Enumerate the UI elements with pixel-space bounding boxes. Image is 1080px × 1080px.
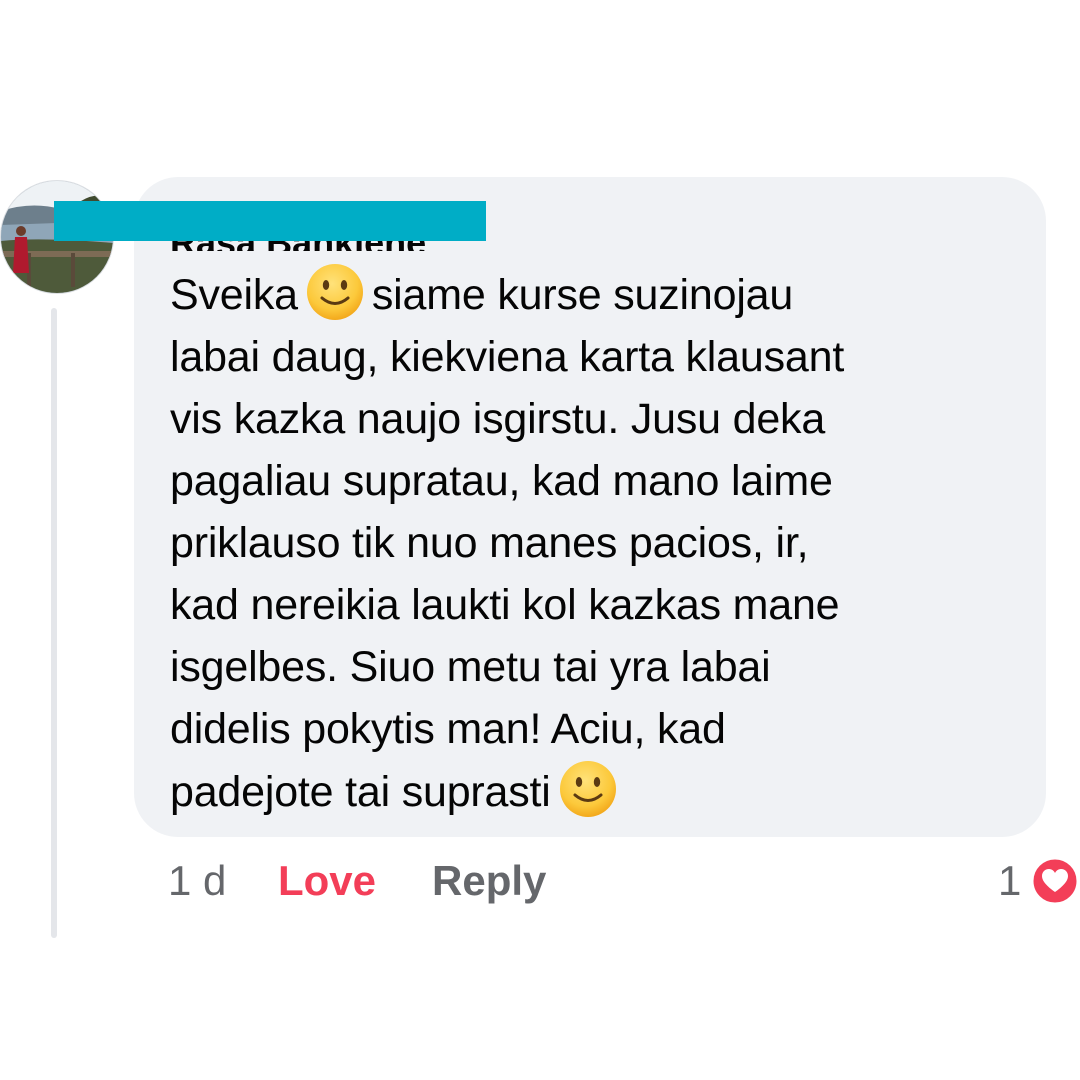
comment-line-9: padejote tai suprasti: [170, 760, 1030, 823]
thread-line: [51, 308, 57, 938]
comment-line-8: didelis pokytis man! Aciu, kad: [170, 705, 726, 753]
comment-text-segment: Sveika: [170, 271, 298, 319]
comment-line-7: isgelbes. Siuo metu tai yra labai: [170, 643, 771, 691]
reply-button[interactable]: Reply: [432, 856, 546, 906]
love-button[interactable]: Love: [278, 856, 376, 906]
comment-bubble: Rasa Bankiene Sveika siame kurse s: [134, 177, 1046, 837]
comment-line-2: labai daug, kiekviena karta klausant: [170, 333, 845, 381]
comment-line-1: Sveika siame kurse suzinojau: [170, 263, 1030, 326]
comment-text-segment: siame kurse suzinojau: [371, 271, 794, 319]
name-redaction-bar: [54, 201, 486, 241]
comment-line-4: pagaliau supratau, kad mano laime: [170, 457, 833, 505]
slightly-smiling-face-icon: [559, 761, 616, 817]
comment-text: Sveika siame kurse suzinojau labai daug,…: [170, 263, 1030, 823]
comment-text-segment: padejote tai suprasti: [170, 768, 551, 816]
comment-line-5: priklauso tik nuo manes pacios, ir,: [170, 519, 809, 567]
heart-icon: [1030, 856, 1080, 906]
reaction-count: 1: [998, 857, 1022, 904]
comment-screen: Rasa Bankiene Sveika siame kurse s: [0, 0, 1080, 1080]
reaction-summary[interactable]: 1: [998, 856, 1080, 906]
slightly-smiling-face-icon: [306, 264, 363, 320]
timestamp[interactable]: 1 d: [168, 856, 226, 906]
comment-line-6: kad nereikia laukti kol kazkas mane: [170, 581, 840, 629]
comment-line-3: vis kazka naujo isgirstu. Jusu deka: [170, 395, 826, 443]
